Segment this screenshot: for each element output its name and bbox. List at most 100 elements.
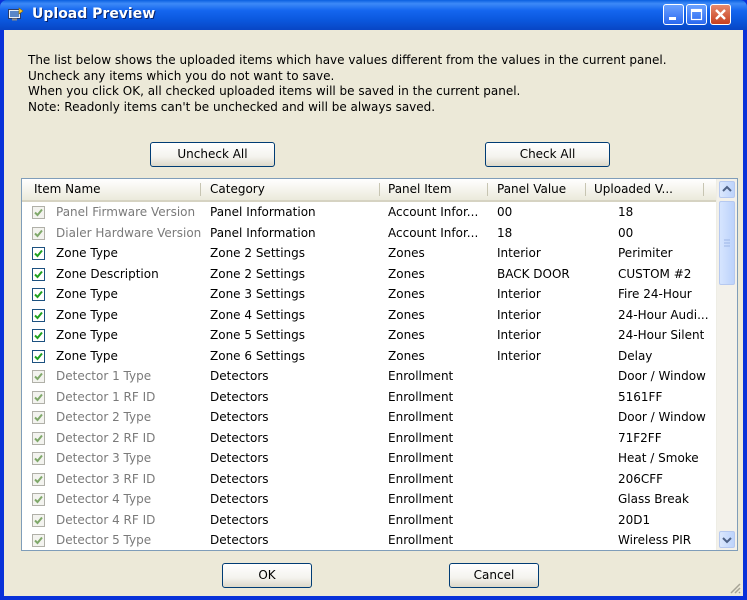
uncheck-all-button[interactable]: Uncheck All xyxy=(150,142,275,167)
item-checkbox[interactable] xyxy=(32,308,45,322)
cancel-button[interactable]: Cancel xyxy=(449,563,539,588)
cell-panel-item: Enrollment xyxy=(388,389,454,404)
cell-category: Detectors xyxy=(210,451,269,465)
item-checkbox[interactable] xyxy=(32,247,45,260)
chevron-down-icon xyxy=(722,537,732,544)
item-checkbox[interactable] xyxy=(32,329,45,342)
list-item[interactable]: Detector 3 RF ID Detectors Enrollment 206CF… xyxy=(22,469,717,489)
checkmark-icon xyxy=(34,249,43,258)
instruction-line: The list below shows the uploaded items … xyxy=(28,53,667,67)
cell-panel-value: Interior xyxy=(497,307,541,322)
column-divider[interactable] xyxy=(703,183,704,196)
cell-name: Detector 2 RF ID xyxy=(56,430,156,445)
item-checkbox[interactable] xyxy=(32,267,45,281)
cell-uploaded: Door / Window xyxy=(618,410,706,424)
cell-panel-item: Zones xyxy=(388,246,425,260)
cell-name: Detector 4 Type xyxy=(56,492,152,506)
cell-uploaded: CUSTOM #2 xyxy=(618,266,692,281)
column-header-uploaded-value[interactable]: Uploaded V... xyxy=(594,179,673,200)
column-divider[interactable] xyxy=(379,183,380,196)
column-divider[interactable] xyxy=(487,183,488,196)
resize-grip-icon[interactable] xyxy=(729,582,741,594)
list-item[interactable]: Panel Firmware Version Panel Information A… xyxy=(22,202,717,222)
list-item[interactable]: Detector 1 RF ID Detectors Enrollment 5161F… xyxy=(22,387,717,407)
cell-uploaded: Fire 24-Hour xyxy=(618,287,692,301)
title-bar[interactable]: Upload Preview xyxy=(0,0,747,30)
checkmark-icon xyxy=(34,413,43,422)
item-checkbox xyxy=(32,534,45,547)
chevron-up-icon xyxy=(722,185,732,192)
upload-preview-window: Upload Preview The list below shows the … xyxy=(0,0,747,600)
column-header-category[interactable]: Category xyxy=(210,179,265,200)
cell-category: Detectors xyxy=(210,471,269,486)
list-item[interactable]: Zone Type Zone 4 Settings Zones Interior 24-… xyxy=(22,305,717,325)
scroll-down-button[interactable] xyxy=(719,531,735,548)
item-checkbox xyxy=(32,431,45,445)
cell-uploaded: 206CFF xyxy=(618,471,664,486)
cell-panel-item: Enrollment xyxy=(388,369,454,383)
instructions-text: The list below shows the uploaded items … xyxy=(28,53,667,115)
list-item[interactable]: Detector 5 Type Detectors Enrollment Wirele… xyxy=(22,530,717,550)
instruction-line: When you click OK, all checked uploaded … xyxy=(28,84,521,98)
list-item[interactable]: Zone Type Zone 5 Settings Zones Interior 24-… xyxy=(22,325,717,345)
item-checkbox[interactable] xyxy=(32,349,45,363)
list-item[interactable]: Detector 2 RF ID Detectors Enrollment 71F2F… xyxy=(22,428,717,448)
cell-uploaded: Delay xyxy=(618,348,653,363)
cell-uploaded: Door / Window xyxy=(618,369,706,383)
list-item[interactable]: Zone Description Zone 2 Settings Zones BACK… xyxy=(22,264,717,284)
list-header: Item Name Category Panel Item Panel Valu… xyxy=(22,179,717,202)
cell-name: Zone Type xyxy=(56,348,118,363)
cell-category: Zone 2 Settings xyxy=(210,266,306,281)
cell-category: Panel Information xyxy=(210,205,316,219)
cell-uploaded: 24-Hour Silent xyxy=(618,328,705,342)
cell-category: Zone 2 Settings xyxy=(210,246,306,260)
checkmark-icon xyxy=(34,270,43,278)
checkmark-icon xyxy=(34,536,43,545)
list-item[interactable]: Zone Type Zone 6 Settings Zones Interior Del… xyxy=(22,346,717,366)
scroll-up-button[interactable] xyxy=(719,181,735,198)
checkmark-icon xyxy=(34,352,43,360)
list-item[interactable]: Detector 4 Type Detectors Enrollment Glass … xyxy=(22,489,717,509)
check-all-button[interactable]: Check All xyxy=(485,142,610,167)
checkmark-icon xyxy=(34,475,43,483)
cell-name: Detector 1 RF ID xyxy=(56,389,156,404)
cell-category: Detectors xyxy=(210,512,269,527)
items-list[interactable]: Item Name Category Panel Item Panel Valu… xyxy=(21,178,738,551)
cell-category: Detectors xyxy=(210,369,269,383)
cell-name: Detector 2 Type xyxy=(56,410,152,424)
column-divider[interactable] xyxy=(200,183,201,196)
close-button[interactable] xyxy=(710,4,731,25)
cell-panel-item: Enrollment xyxy=(388,451,454,465)
cell-panel-value: 18 xyxy=(497,225,513,240)
cell-panel-item: Enrollment xyxy=(388,430,454,445)
cell-panel-item: Enrollment xyxy=(388,471,454,486)
cell-category: Zone 3 Settings xyxy=(210,287,306,301)
grip-icon xyxy=(724,239,730,247)
cell-uploaded: Glass Break xyxy=(618,492,689,506)
item-checkbox xyxy=(32,226,45,240)
maximize-button[interactable] xyxy=(686,4,707,25)
column-header-panel-item[interactable]: Panel Item xyxy=(388,179,452,200)
cell-name: Zone Type xyxy=(56,328,118,342)
list-item[interactable]: Zone Type Zone 2 Settings Zones Interior Per… xyxy=(22,243,717,263)
item-checkbox[interactable] xyxy=(32,288,45,301)
ok-button[interactable]: OK xyxy=(222,563,312,588)
column-divider[interactable] xyxy=(585,183,586,196)
list-item[interactable]: Zone Type Zone 3 Settings Zones Interior Fir… xyxy=(22,284,717,304)
list-item[interactable]: Detector 4 RF ID Detectors Enrollment 20D1 xyxy=(22,510,717,530)
list-item[interactable]: Detector 2 Type Detectors Enrollment Door /… xyxy=(22,407,717,427)
column-header-panel-value[interactable]: Panel Value xyxy=(497,179,566,200)
cell-name: Zone Type xyxy=(56,307,118,322)
scroll-thumb[interactable] xyxy=(719,201,735,285)
list-item[interactable]: Dialer Hardware Version Panel Information… xyxy=(22,223,717,243)
cell-panel-value: 00 xyxy=(497,205,513,219)
checkmark-icon xyxy=(34,372,43,381)
cell-category: Zone 6 Settings xyxy=(210,348,306,363)
column-header-item-name[interactable]: Item Name xyxy=(34,179,101,200)
vertical-scrollbar[interactable] xyxy=(716,179,737,550)
list-item[interactable]: Detector 1 Type Detectors Enrollment Door /… xyxy=(22,366,717,386)
minimize-button[interactable] xyxy=(663,4,684,25)
checkmark-icon xyxy=(34,393,43,401)
list-item[interactable]: Detector 3 Type Detectors Enrollment Heat /… xyxy=(22,448,717,468)
cell-category: Zone 4 Settings xyxy=(210,307,306,322)
